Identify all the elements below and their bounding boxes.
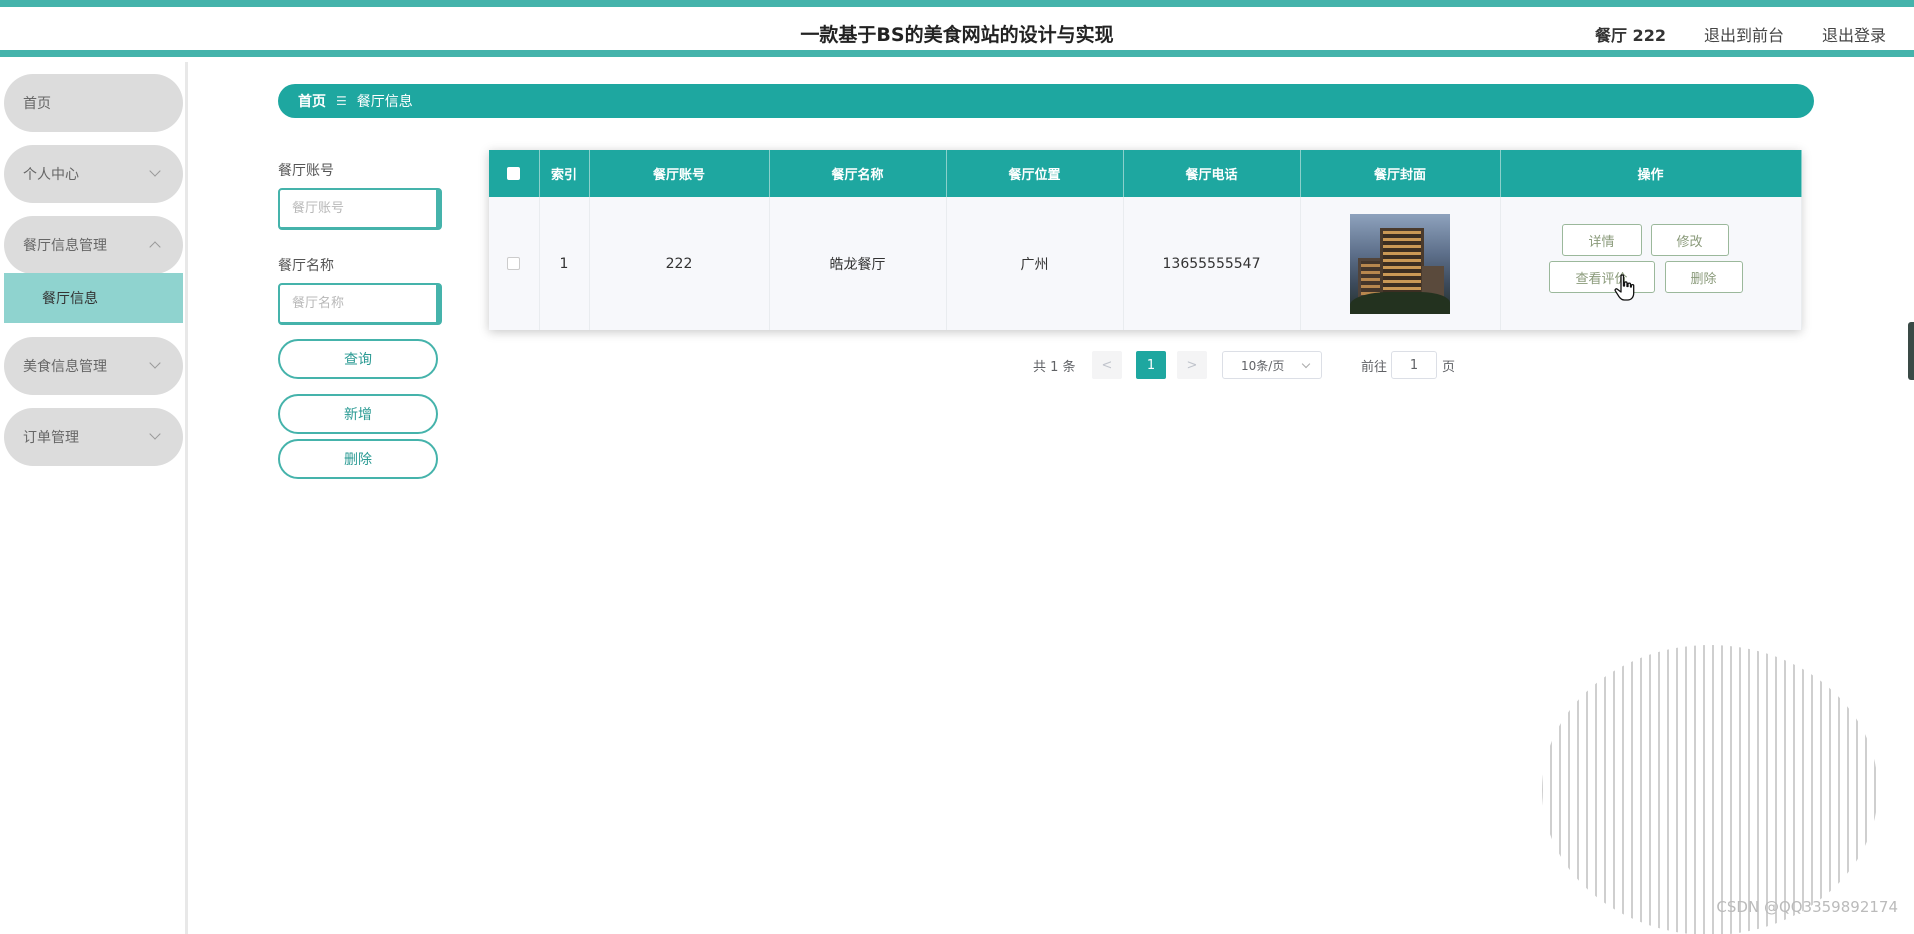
top-accent-bar xyxy=(0,0,1914,7)
header: 一款基于BS的美食网站的设计与实现 餐厅 222 退出到前台 退出登录 xyxy=(0,7,1914,57)
page-size-value: 10条/页 xyxy=(1241,358,1285,373)
column-header: 餐厅位置 xyxy=(946,150,1124,197)
select-all-checkbox[interactable] xyxy=(507,167,521,180)
column-header: 餐厅名称 xyxy=(769,150,947,197)
logout-link[interactable]: 退出登录 xyxy=(1822,22,1886,46)
edit-button[interactable]: 修改 xyxy=(1650,224,1729,256)
column-header: 操作 xyxy=(1500,150,1802,197)
column-header: 餐厅封面 xyxy=(1300,150,1501,197)
chevron-down-icon xyxy=(149,428,161,440)
sidebar-subitem-restaurant-info[interactable]: 餐厅信息 xyxy=(4,273,183,323)
breadcrumb: 首页 ☰ 餐厅信息 xyxy=(278,84,1814,118)
header-actions: 餐厅 222 退出到前台 退出登录 xyxy=(1595,22,1886,46)
goto-page-input[interactable] xyxy=(1391,351,1437,379)
goto-suffix-label: 页 xyxy=(1442,360,1456,375)
page-number-button[interactable]: 1 xyxy=(1136,351,1166,379)
table-header-row: 索引 餐厅账号 餐厅名称 餐厅位置 餐厅电话 餐厅封面 操作 xyxy=(489,150,1802,197)
row-select-cell xyxy=(489,197,540,330)
add-button[interactable]: 新增 xyxy=(278,394,438,434)
column-header: 餐厅电话 xyxy=(1123,150,1301,197)
breadcrumb-current: 餐厅信息 xyxy=(356,94,413,110)
sidebar-item-label: 餐厅信息管理 xyxy=(23,238,107,254)
watermark: CSDN @QQ3359892174 xyxy=(1716,898,1898,916)
sidebar-item-food-management[interactable]: 美食信息管理 xyxy=(4,337,183,395)
goto-prefix-label: 前往 xyxy=(1361,360,1388,375)
index-cell: 1 xyxy=(539,197,590,330)
view-reviews-button[interactable]: 查看评价 xyxy=(1548,261,1655,293)
breadcrumb-home[interactable]: 首页 xyxy=(298,91,326,111)
back-to-front-link[interactable]: 退出到前台 xyxy=(1704,22,1784,46)
name-search-input[interactable] xyxy=(278,283,442,325)
next-page-button[interactable]: > xyxy=(1177,351,1207,379)
page-size-select[interactable]: 10条/页 xyxy=(1222,351,1322,379)
scroll-handle[interactable] xyxy=(1908,322,1914,380)
name-label: 餐厅名称 xyxy=(278,258,334,274)
column-header: 餐厅账号 xyxy=(589,150,770,197)
cover-cell xyxy=(1300,197,1501,330)
query-button[interactable]: 查询 xyxy=(278,339,438,379)
chevron-down-icon xyxy=(149,165,161,177)
prev-page-button[interactable]: < xyxy=(1092,351,1122,379)
sidebar: 首页 个人中心 餐厅信息管理 餐厅信息 美食信息管理 订单管理 xyxy=(0,62,188,934)
sidebar-subitem-label: 餐厅信息 xyxy=(42,291,98,307)
table-row: 1 222 皓龙餐厅 广州 13655555547 详情 修改 查看评价 删除 xyxy=(489,197,1802,330)
delete-row-button[interactable]: 删除 xyxy=(1664,261,1743,293)
name-cell: 皓龙餐厅 xyxy=(769,197,947,330)
sidebar-item-order-management[interactable]: 订单管理 xyxy=(4,408,183,466)
chevron-down-icon xyxy=(1301,359,1311,369)
sidebar-item-profile[interactable]: 个人中心 xyxy=(4,145,183,203)
sidebar-item-label: 个人中心 xyxy=(23,167,79,183)
row-checkbox[interactable] xyxy=(507,257,521,270)
sidebar-item-label: 订单管理 xyxy=(23,430,79,446)
sidebar-item-label: 美食信息管理 xyxy=(23,359,107,375)
column-header: 索引 xyxy=(539,150,590,197)
account-cell: 222 xyxy=(589,197,770,330)
pagination-total: 共 1 条 xyxy=(1033,360,1076,375)
account-label: 餐厅账号 xyxy=(278,163,334,179)
hand-pointer-icon xyxy=(1614,274,1635,301)
current-user: 餐厅 222 xyxy=(1594,26,1666,45)
sidebar-item-label: 首页 xyxy=(23,96,51,112)
sidebar-item-restaurant-management[interactable]: 餐厅信息管理 xyxy=(4,216,183,274)
data-table: 索引 餐厅账号 餐厅名称 餐厅位置 餐厅电话 餐厅封面 操作 1 222 皓龙餐… xyxy=(489,150,1802,330)
chevron-up-icon xyxy=(149,241,161,253)
select-all-cell xyxy=(489,150,540,197)
location-cell: 广州 xyxy=(946,197,1124,330)
batch-delete-button[interactable]: 删除 xyxy=(278,439,438,479)
restaurant-cover-image xyxy=(1350,213,1450,314)
actions-cell: 详情 修改 查看评价 删除 xyxy=(1500,197,1802,330)
decorative-sphere xyxy=(1542,645,1876,934)
breadcrumb-separator-icon: ☰ xyxy=(336,94,347,108)
sidebar-item-home[interactable]: 首页 xyxy=(4,74,183,132)
chevron-down-icon xyxy=(149,357,161,369)
phone-cell: 13655555547 xyxy=(1123,197,1301,330)
detail-button[interactable]: 详情 xyxy=(1561,224,1642,256)
account-search-input[interactable] xyxy=(278,188,442,230)
